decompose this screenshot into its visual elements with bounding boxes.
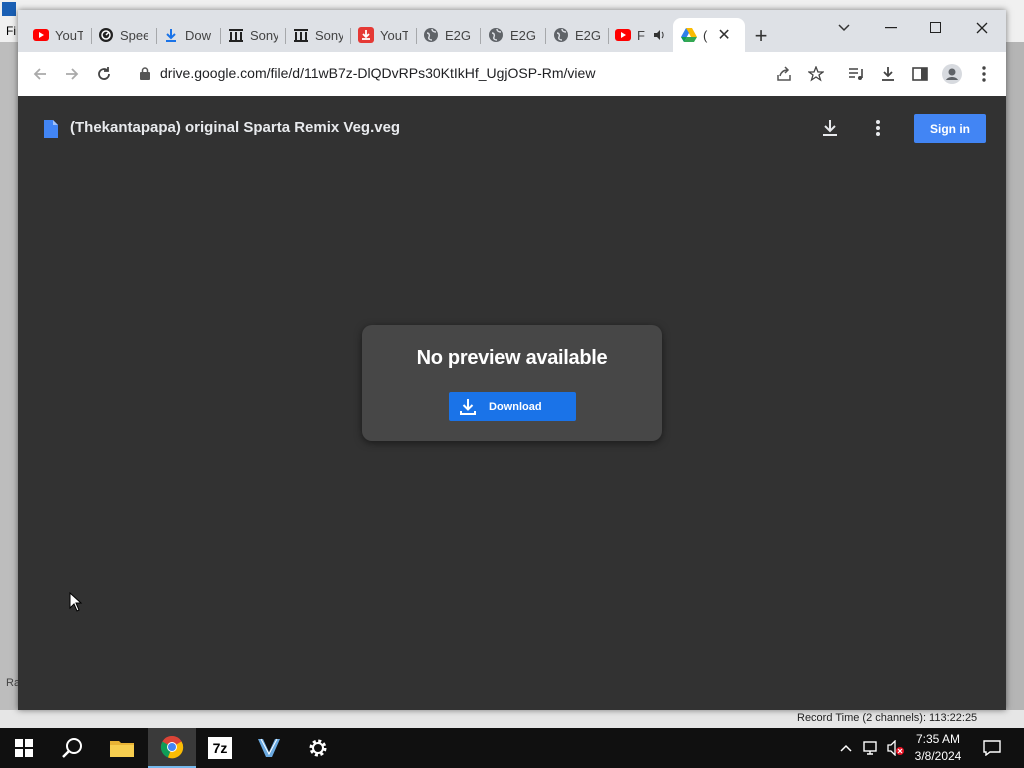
tab-speed[interactable]: Spee <box>98 24 148 46</box>
download-icon <box>459 398 477 416</box>
tab-separator <box>350 28 351 44</box>
mouse-cursor-icon <box>69 591 83 617</box>
download-button-label: Download <box>489 400 542 413</box>
background-right-scrollbar[interactable] <box>1006 42 1024 728</box>
tab-label: ( <box>703 27 708 43</box>
vegas-icon[interactable] <box>245 728 293 768</box>
tab-e2g-3[interactable]: E2G <box>553 24 603 46</box>
downloads-icon[interactable] <box>878 64 898 84</box>
tab-e2g-2[interactable]: E2G <box>488 24 538 46</box>
browser-window: YouT Spee Dow Sony Sony YouT E2G E2G E2G… <box>18 10 1006 710</box>
tab-youtube-1[interactable]: YouT <box>33 24 83 46</box>
no-preview-card: No preview available Download <box>362 325 662 441</box>
network-icon[interactable] <box>862 728 882 768</box>
viewer-download-icon[interactable] <box>820 118 840 138</box>
tab-label: E2G <box>445 27 472 43</box>
side-panel-icon[interactable] <box>910 64 930 84</box>
globe-icon <box>423 27 439 43</box>
chrome-icon[interactable] <box>148 728 196 768</box>
file-name: (Thekantapapa) original Sparta Remix Veg… <box>70 119 401 136</box>
record-time-label: Record Time (2 channels): 113:22:25 <box>797 712 978 724</box>
tab-separator <box>91 28 92 44</box>
tab-label: Dow <box>185 27 212 43</box>
bookmark-star-icon[interactable] <box>806 64 826 84</box>
google-drive-icon <box>681 27 697 43</box>
more-options-icon[interactable] <box>870 118 886 138</box>
tab-strip: YouT Spee Dow Sony Sony YouT E2G E2G E2G… <box>18 10 1006 52</box>
system-clock[interactable]: 7:35 AM 3/8/2024 <box>906 731 970 765</box>
youtube-icon <box>33 27 49 43</box>
tab-separator <box>545 28 546 44</box>
drive-viewer: (Thekantapapa) original Sparta Remix Veg… <box>18 96 1006 710</box>
tab-label: YouT <box>55 27 83 43</box>
settings-icon[interactable] <box>294 728 342 768</box>
reload-icon[interactable] <box>94 64 114 84</box>
speaker-icon[interactable] <box>653 29 665 41</box>
back-icon[interactable] <box>30 64 50 84</box>
tab-youtube-playing[interactable]: F <box>615 24 667 46</box>
tab-label: Sony <box>315 27 343 43</box>
downloader-icon <box>358 27 374 43</box>
file-explorer-icon[interactable] <box>98 728 146 768</box>
start-icon[interactable] <box>0 728 48 768</box>
tab-separator <box>480 28 481 44</box>
tab-label: E2G <box>510 27 537 43</box>
media-controls-icon[interactable] <box>846 64 866 84</box>
background-status-bar: Record Time (2 channels): 113:22:25 <box>0 710 1024 728</box>
archive-icon <box>228 27 244 43</box>
7zip-label: 7z <box>208 737 232 759</box>
archive-icon <box>293 27 309 43</box>
address-bar[interactable]: drive.google.com/file/d/11wB7z-DlQDvRPs3… <box>160 65 595 81</box>
search-icon[interactable] <box>48 728 96 768</box>
tab-label: F <box>637 27 645 43</box>
show-hidden-icons-chevron-icon[interactable] <box>838 728 854 768</box>
tab-e2g-1[interactable]: E2G <box>423 24 473 46</box>
chrome-menu-icon[interactable] <box>974 64 994 84</box>
download-icon <box>163 27 179 43</box>
tab-separator <box>156 28 157 44</box>
download-button[interactable]: Download <box>449 392 576 421</box>
tab-google-drive-active[interactable]: ( ✕ <box>673 18 745 52</box>
youtube-icon <box>615 27 631 43</box>
vegas-app-icon <box>2 2 16 16</box>
profile-avatar-icon[interactable] <box>942 64 962 84</box>
tab-separator <box>608 28 609 44</box>
tab-sony-2[interactable]: Sony <box>293 24 343 46</box>
share-icon[interactable] <box>774 64 794 84</box>
taskbar: 7z 7:35 AM 3/8/2024 <box>0 728 1024 768</box>
close-window-button[interactable] <box>967 18 997 38</box>
forward-icon[interactable] <box>62 64 82 84</box>
tab-label: E2G <box>575 27 602 43</box>
minimize-button[interactable] <box>876 18 906 38</box>
globe-icon <box>488 27 504 43</box>
sign-in-button[interactable]: Sign in <box>914 114 986 143</box>
tab-label: Sony <box>250 27 278 43</box>
no-preview-title: No preview available <box>416 347 608 369</box>
background-menu-file[interactable]: Fi <box>6 24 16 38</box>
notifications-icon[interactable] <box>980 728 1004 768</box>
tab-download[interactable]: Dow <box>163 24 213 46</box>
document-icon <box>44 120 58 143</box>
background-left-panel <box>0 42 18 728</box>
tab-label: YouT <box>380 27 408 43</box>
7zip-icon[interactable]: 7z <box>196 728 244 768</box>
volume-muted-icon[interactable] <box>886 728 906 768</box>
browser-toolbar: drive.google.com/file/d/11wB7z-DlQDvRPs3… <box>18 52 1006 97</box>
maximize-button[interactable] <box>921 18 951 38</box>
tab-separator <box>416 28 417 44</box>
clock-date: 3/8/2024 <box>914 749 962 763</box>
tab-label: Spee <box>120 27 148 43</box>
globe-icon <box>553 27 569 43</box>
lock-icon[interactable] <box>140 67 150 85</box>
tab-youtube-downloader[interactable]: YouT <box>358 24 408 46</box>
tab-separator <box>285 28 286 44</box>
speed-icon <box>98 27 114 43</box>
clock-time: 7:35 AM <box>915 732 961 746</box>
new-tab-button[interactable]: + <box>751 25 771 47</box>
close-tab-icon[interactable]: ✕ <box>717 25 730 45</box>
tab-search-chevron-icon[interactable] <box>829 18 859 38</box>
tab-separator <box>220 28 221 44</box>
tab-sony-1[interactable]: Sony <box>228 24 278 46</box>
